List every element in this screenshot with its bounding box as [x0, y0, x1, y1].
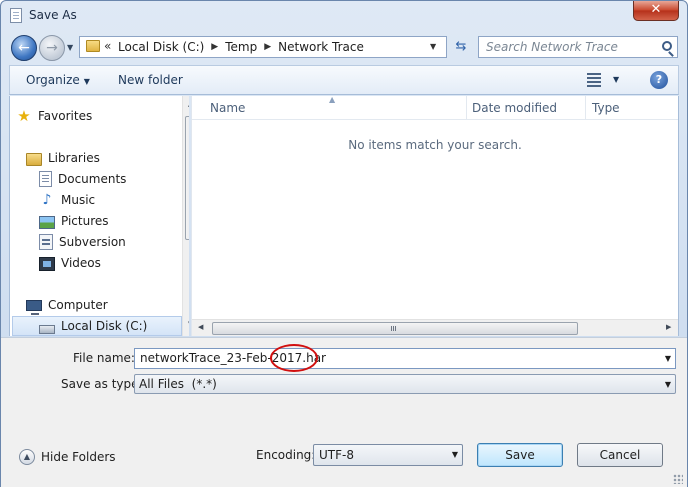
horizontal-scrollbar[interactable]: ◀ ▶	[192, 319, 678, 336]
hide-folders-button[interactable]: ▲ Hide Folders	[19, 449, 116, 465]
nav-item-computer[interactable]: Computer	[26, 295, 189, 315]
music-icon: ♪	[42, 192, 52, 208]
view-options-icon[interactable]	[587, 72, 605, 88]
encoding-value: UTF-8	[319, 448, 354, 462]
back-button[interactable]: ←	[11, 35, 37, 61]
address-row: ← → ▼ « Local Disk (C:) ▶ Temp ▶ Network…	[1, 31, 687, 63]
window-title: Save As	[29, 8, 77, 22]
title-bar: Save As ✕	[1, 1, 687, 31]
encoding-select[interactable]: UTF-8 ▼	[313, 444, 463, 466]
nav-item-libraries[interactable]: Libraries	[26, 148, 189, 168]
refresh-icon[interactable]: ⇆	[450, 37, 472, 57]
column-date-modified[interactable]: Date modified	[472, 101, 557, 115]
column-header: ▲ Name Date modified Type	[192, 95, 678, 120]
save-as-type-select[interactable]: All Files (*.*) ▼	[134, 374, 676, 394]
file-name-input[interactable]: networkTrace_23-Feb-2017.har ▼	[134, 348, 676, 369]
scroll-left-icon[interactable]: ◀	[198, 323, 203, 331]
nav-item-local-disk[interactable]: Local Disk (C:)	[12, 316, 182, 336]
folder-icon	[86, 40, 100, 52]
pictures-icon	[39, 215, 55, 229]
videos-icon	[39, 256, 55, 271]
documents-icon	[39, 171, 52, 187]
nav-item-documents[interactable]: Documents	[39, 169, 189, 189]
grip-icon	[391, 326, 392, 331]
save-button[interactable]: Save	[477, 443, 563, 467]
chevron-down-icon: ▼	[83, 77, 90, 86]
breadcrumb-temp[interactable]: Temp	[225, 40, 257, 54]
red-annotation-circle	[270, 344, 318, 372]
sort-ascending-icon: ▲	[329, 95, 336, 104]
nav-item-favorites[interactable]: ★ Favorites	[16, 106, 180, 126]
nav-item-videos[interactable]: Videos	[39, 253, 189, 273]
scroll-right-icon[interactable]: ▶	[666, 323, 671, 331]
save-as-type-value: All Files (*.*)	[139, 377, 217, 391]
help-button[interactable]: ?	[650, 71, 668, 89]
save-form: File name: networkTrace_23-Feb-2017.har …	[1, 337, 687, 487]
scroll-down-icon[interactable]: ▼	[188, 320, 189, 328]
breadcrumb-overflow[interactable]: «	[104, 39, 111, 53]
address-dropdown-icon[interactable]: ▼	[430, 42, 436, 51]
subversion-icon	[39, 234, 53, 250]
column-divider[interactable]	[466, 96, 467, 120]
breadcrumb-local-disk[interactable]: Local Disk (C:)	[118, 40, 204, 54]
file-name-label: File name:	[73, 351, 135, 365]
chevron-right-icon[interactable]: ▶	[264, 42, 271, 52]
save-as-dialog: Save As ✕ ← → ▼ « Local Disk (C:) ▶ Temp…	[0, 0, 688, 487]
new-folder-button[interactable]: New folder	[118, 73, 183, 87]
cancel-button[interactable]: Cancel	[577, 443, 663, 467]
close-button[interactable]: ✕	[633, 1, 679, 21]
encoding-label: Encoding:	[256, 448, 316, 462]
computer-icon	[26, 300, 42, 315]
column-divider[interactable]	[585, 96, 586, 120]
horizontal-scroll-thumb[interactable]	[212, 322, 578, 335]
library-icon	[26, 152, 42, 166]
file-name-dropdown-icon[interactable]: ▼	[665, 354, 671, 363]
dialog-document-icon	[10, 8, 22, 23]
forward-button[interactable]: →	[39, 35, 65, 61]
scroll-up-icon[interactable]: ▲	[188, 100, 189, 108]
search-placeholder: Search Network Trace	[486, 40, 618, 54]
nav-scroll-thumb[interactable]	[185, 116, 189, 240]
chevron-down-icon: ▼	[664, 380, 671, 389]
recent-pages-dropdown-icon[interactable]: ▼	[67, 43, 73, 52]
chevron-down-icon: ▼	[451, 450, 458, 459]
save-as-type-label: Save as type:	[61, 377, 143, 391]
chevron-right-icon[interactable]: ▶	[211, 42, 218, 52]
nav-vertical-scrollbar[interactable]: ▲ ▼	[182, 96, 189, 336]
address-bar[interactable]: « Local Disk (C:) ▶ Temp ▶ Network Trace…	[79, 36, 447, 58]
organize-button[interactable]: Organize ▼	[26, 73, 90, 87]
nav-item-subversion[interactable]: Subversion	[39, 232, 189, 252]
column-name[interactable]: Name	[210, 101, 245, 115]
resize-grip-icon[interactable]	[673, 474, 683, 484]
nav-item-pictures[interactable]: Pictures	[39, 211, 189, 231]
navigation-pane: ★ Favorites Libraries Documents ♪ Music …	[9, 96, 189, 336]
star-icon: ★	[17, 107, 31, 125]
nav-item-music[interactable]: ♪ Music	[39, 190, 189, 210]
command-toolbar: Organize ▼ New folder ▼ ?	[9, 65, 679, 95]
search-input[interactable]: Search Network Trace	[478, 36, 678, 58]
file-list-pane[interactable]: ▲ Name Date modified Type No items match…	[191, 95, 679, 336]
breadcrumb-network-trace[interactable]: Network Trace	[278, 40, 364, 54]
search-icon[interactable]	[662, 41, 672, 51]
column-type[interactable]: Type	[592, 101, 620, 115]
breadcrumb: Local Disk (C:) ▶ Temp ▶ Network Trace	[118, 40, 364, 54]
empty-message: No items match your search.	[348, 138, 522, 152]
disk-icon	[39, 324, 55, 334]
view-dropdown-icon[interactable]: ▼	[613, 75, 619, 84]
collapse-up-icon: ▲	[19, 449, 35, 465]
